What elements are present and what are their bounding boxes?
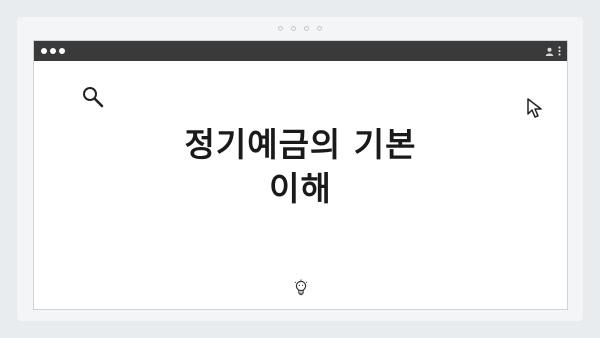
profile-icon[interactable] bbox=[545, 47, 554, 56]
search-icon[interactable] bbox=[81, 85, 105, 109]
close-dot[interactable] bbox=[41, 48, 47, 54]
indicator-dot bbox=[291, 26, 296, 31]
indicator-dot bbox=[278, 26, 283, 31]
page: 정기예금의 기본 이해 bbox=[0, 0, 600, 338]
window-titlebar bbox=[34, 41, 567, 61]
title-line-2: 이해 bbox=[269, 169, 332, 208]
title-line-1: 정기예금의 기본 bbox=[184, 125, 417, 164]
browser-window: 정기예금의 기본 이해 bbox=[33, 40, 568, 310]
page-indicator-dots bbox=[0, 26, 600, 31]
window-content: 정기예금의 기본 이해 bbox=[34, 61, 567, 310]
maximize-dot[interactable] bbox=[59, 48, 65, 54]
indicator-dot bbox=[317, 26, 322, 31]
titlebar-actions bbox=[545, 46, 561, 56]
indicator-dot bbox=[304, 26, 309, 31]
cursor-icon bbox=[527, 98, 542, 118]
more-vertical-icon[interactable] bbox=[558, 46, 561, 56]
minimize-dot[interactable] bbox=[50, 48, 56, 54]
window-controls bbox=[41, 48, 65, 54]
lightbulb-icon bbox=[294, 279, 308, 296]
page-title: 정기예금의 기본 이해 bbox=[34, 123, 567, 211]
